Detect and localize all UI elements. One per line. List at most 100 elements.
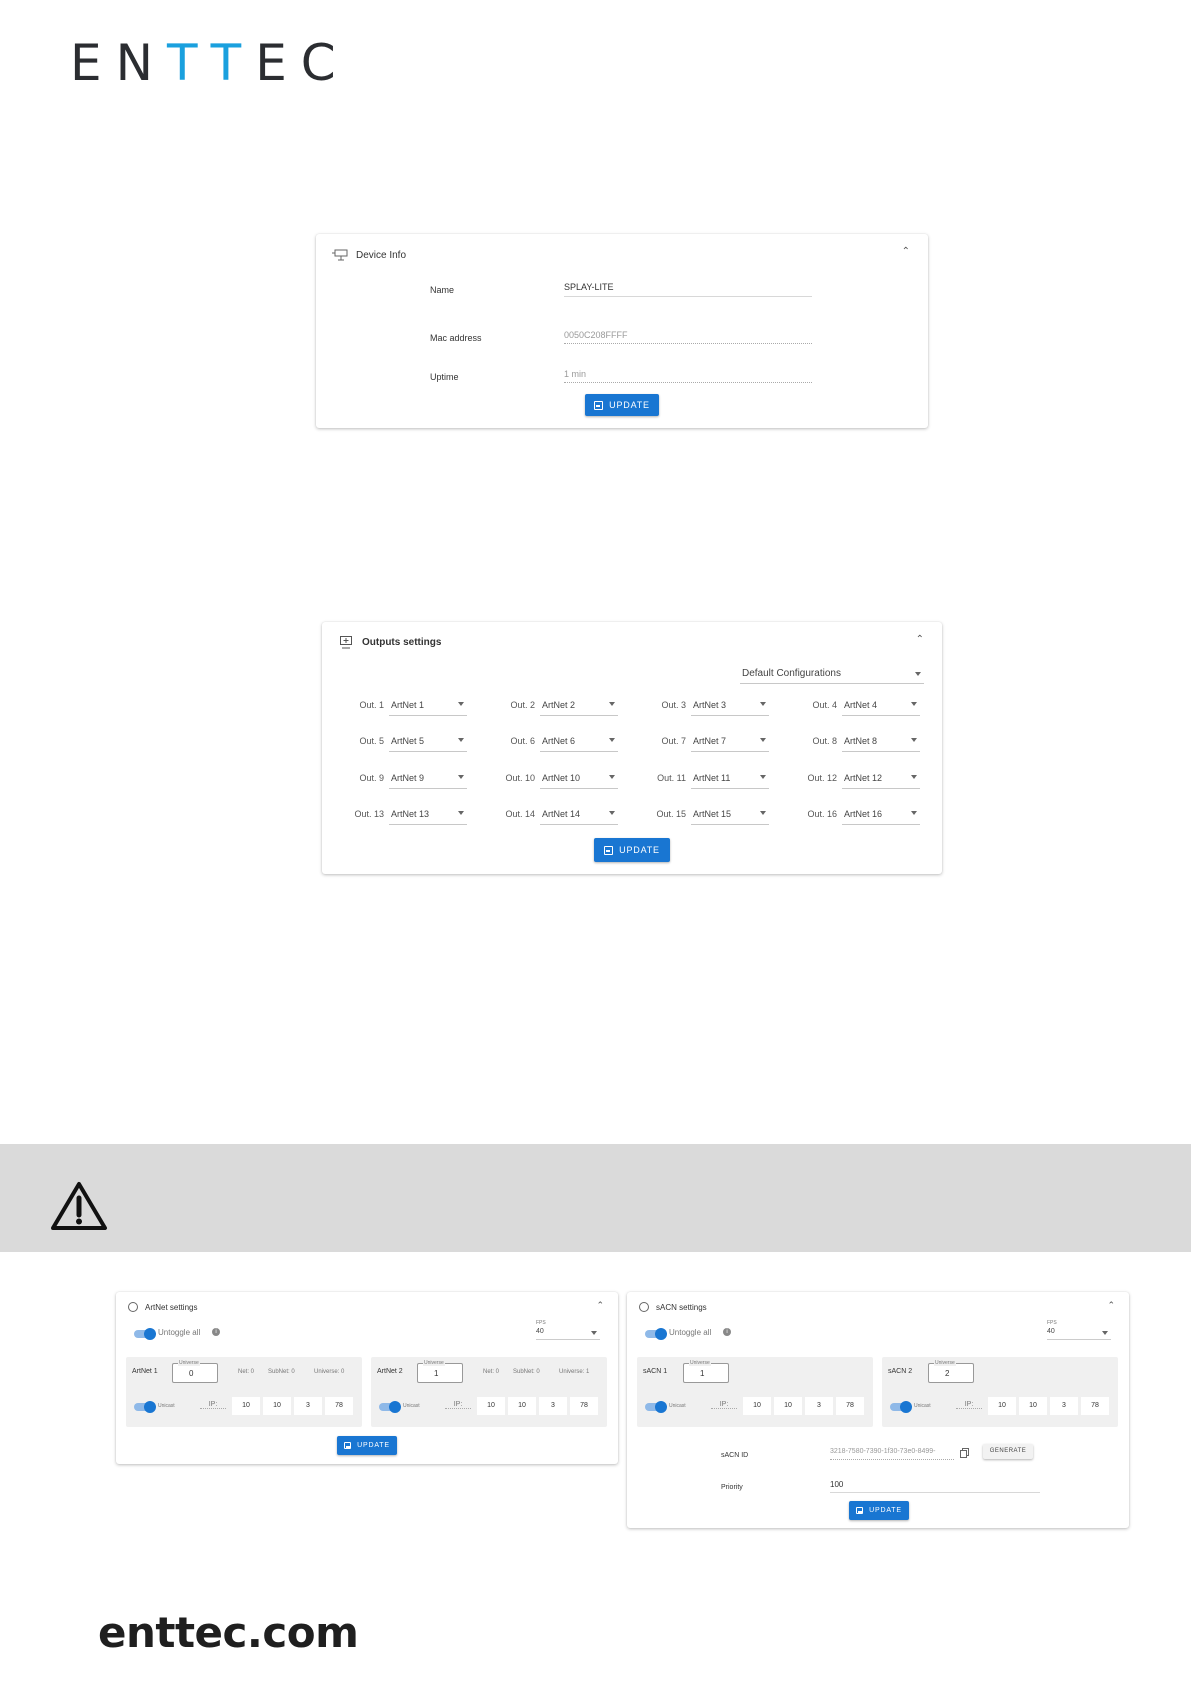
- fps-value: 40: [1047, 1328, 1055, 1335]
- artnet-update-button[interactable]: UPDATE: [337, 1436, 397, 1455]
- output-select[interactable]: ArtNet 12: [842, 769, 920, 789]
- chevron-down-icon: [760, 702, 766, 706]
- ip-octet-input[interactable]: 10: [263, 1397, 291, 1415]
- chevron-down-icon: [911, 775, 917, 779]
- output-label: Out. 6: [510, 736, 535, 746]
- chevron-down-icon: [760, 811, 766, 815]
- collapse-chevron-icon[interactable]: ⌃: [596, 1300, 604, 1311]
- enttec-logo: ENTTEC: [70, 34, 350, 92]
- output-select-value: ArtNet 1: [391, 700, 425, 710]
- warning-icon: [51, 1182, 107, 1230]
- outputs-panel: Outputs settings ⌃ Default Configuration…: [322, 622, 942, 874]
- sacn-block: sACN 1 1 Universe Unicast IP: 10 10 3 78: [637, 1357, 873, 1427]
- output-select[interactable]: ArtNet 4: [842, 696, 920, 716]
- unicast-toggle[interactable]: [134, 1401, 156, 1413]
- chevron-down-icon: [591, 1331, 597, 1335]
- collapse-chevron-icon[interactable]: ⌃: [916, 634, 924, 645]
- artnet-update-label: UPDATE: [357, 1442, 390, 1449]
- chevron-down-icon: [609, 775, 615, 779]
- block-name: ArtNet 1: [132, 1368, 158, 1375]
- unicast-toggle[interactable]: [379, 1401, 401, 1413]
- generate-button[interactable]: GENERATE: [983, 1444, 1033, 1459]
- untoggle-all-toggle[interactable]: [645, 1328, 667, 1340]
- device-update-button[interactable]: UPDATE: [585, 394, 659, 416]
- ip-octet-input[interactable]: 10: [774, 1397, 802, 1415]
- ip-octet-input[interactable]: 3: [294, 1397, 322, 1415]
- ip-octet-input[interactable]: 78: [1081, 1397, 1109, 1415]
- universe-input[interactable]: 1: [683, 1363, 729, 1383]
- output-cell: Out. 7 ArtNet 7: [648, 732, 798, 754]
- output-select[interactable]: ArtNet 2: [540, 696, 618, 716]
- unicast-label: Unicast: [669, 1403, 686, 1409]
- footer-url[interactable]: enttec.com: [98, 1608, 359, 1657]
- outputs-update-button[interactable]: UPDATE: [594, 838, 670, 862]
- info-icon[interactable]: i: [723, 1328, 731, 1336]
- output-select[interactable]: ArtNet 3: [691, 696, 769, 716]
- output-select[interactable]: ArtNet 1: [389, 696, 467, 716]
- output-label: Out. 1: [359, 700, 384, 710]
- info-icon[interactable]: i: [212, 1328, 220, 1336]
- ip-octet-input[interactable]: 3: [539, 1397, 567, 1415]
- ip-octet-input[interactable]: 10: [477, 1397, 505, 1415]
- fps-select[interactable]: 40: [1047, 1326, 1111, 1340]
- universe-caption: Universe: [178, 1360, 200, 1366]
- outputs-update-label: UPDATE: [619, 845, 660, 855]
- untoggle-all-toggle[interactable]: [134, 1328, 156, 1340]
- chevron-down-icon: [760, 738, 766, 742]
- output-label: Out. 3: [661, 700, 686, 710]
- output-select[interactable]: ArtNet 15: [691, 805, 769, 825]
- outputs-title: Outputs settings: [362, 637, 442, 648]
- output-select[interactable]: ArtNet 11: [691, 769, 769, 789]
- ip-octet-input[interactable]: 78: [570, 1397, 598, 1415]
- output-select[interactable]: ArtNet 10: [540, 769, 618, 789]
- ip-label: IP:: [445, 1401, 471, 1409]
- output-select[interactable]: ArtNet 6: [540, 732, 618, 752]
- ip-octet-input[interactable]: 78: [836, 1397, 864, 1415]
- output-select[interactable]: ArtNet 9: [389, 769, 467, 789]
- output-select[interactable]: ArtNet 8: [842, 732, 920, 752]
- chevron-down-icon: [911, 702, 917, 706]
- logo-text-2: TT: [167, 34, 256, 92]
- ip-octet-input[interactable]: 10: [508, 1397, 536, 1415]
- collapse-chevron-icon[interactable]: ⌃: [1107, 1300, 1115, 1311]
- output-cell: Out. 15 ArtNet 15: [648, 805, 798, 827]
- output-select[interactable]: ArtNet 13: [389, 805, 467, 825]
- universe-input[interactable]: 0: [172, 1363, 218, 1383]
- chevron-down-icon: [911, 738, 917, 742]
- fps-select[interactable]: 40: [536, 1326, 600, 1340]
- sacn-title: sACN settings: [656, 1302, 707, 1312]
- priority-label: Priority: [721, 1484, 743, 1491]
- unicast-toggle[interactable]: [645, 1401, 667, 1413]
- outputs-icon: [340, 636, 352, 649]
- ip-octet-input[interactable]: 78: [325, 1397, 353, 1415]
- copy-icon[interactable]: [960, 1448, 969, 1458]
- sacn-update-button[interactable]: UPDATE: [849, 1501, 909, 1520]
- ip-octet-input[interactable]: 3: [1050, 1397, 1078, 1415]
- output-select[interactable]: ArtNet 5: [389, 732, 467, 752]
- untoggle-all-label: Untoggle all: [158, 1328, 201, 1337]
- untoggle-all-label: Untoggle all: [669, 1328, 712, 1337]
- chevron-down-icon: [1102, 1331, 1108, 1335]
- priority-value[interactable]: 100: [830, 1480, 843, 1489]
- generate-label: GENERATE: [989, 1448, 1027, 1454]
- artnet-panel: ArtNet settings ⌃ Untoggle all i FPS 40 …: [116, 1292, 618, 1464]
- ip-octet-input[interactable]: 3: [805, 1397, 833, 1415]
- output-cell: Out. 5 ArtNet 5: [346, 732, 496, 754]
- universe-input[interactable]: 1: [417, 1363, 463, 1383]
- ip-octet-input[interactable]: 10: [232, 1397, 260, 1415]
- net-text: Net: 0: [238, 1369, 255, 1375]
- ip-octet-input[interactable]: 10: [743, 1397, 771, 1415]
- output-label: Out. 7: [661, 736, 686, 746]
- config-select[interactable]: Default Configurations: [740, 666, 924, 684]
- unicast-toggle[interactable]: [890, 1401, 912, 1413]
- device-icon: [332, 249, 348, 261]
- ip-octet-input[interactable]: 10: [988, 1397, 1016, 1415]
- output-select[interactable]: ArtNet 16: [842, 805, 920, 825]
- universe-input[interactable]: 2: [928, 1363, 974, 1383]
- ip-octet-input[interactable]: 10: [1019, 1397, 1047, 1415]
- output-select[interactable]: ArtNet 7: [691, 732, 769, 752]
- name-value[interactable]: SPLAY-LITE: [564, 282, 614, 292]
- output-select-value: ArtNet 12: [844, 773, 883, 783]
- output-select[interactable]: ArtNet 14: [540, 805, 618, 825]
- collapse-chevron-icon[interactable]: ⌃: [902, 246, 910, 257]
